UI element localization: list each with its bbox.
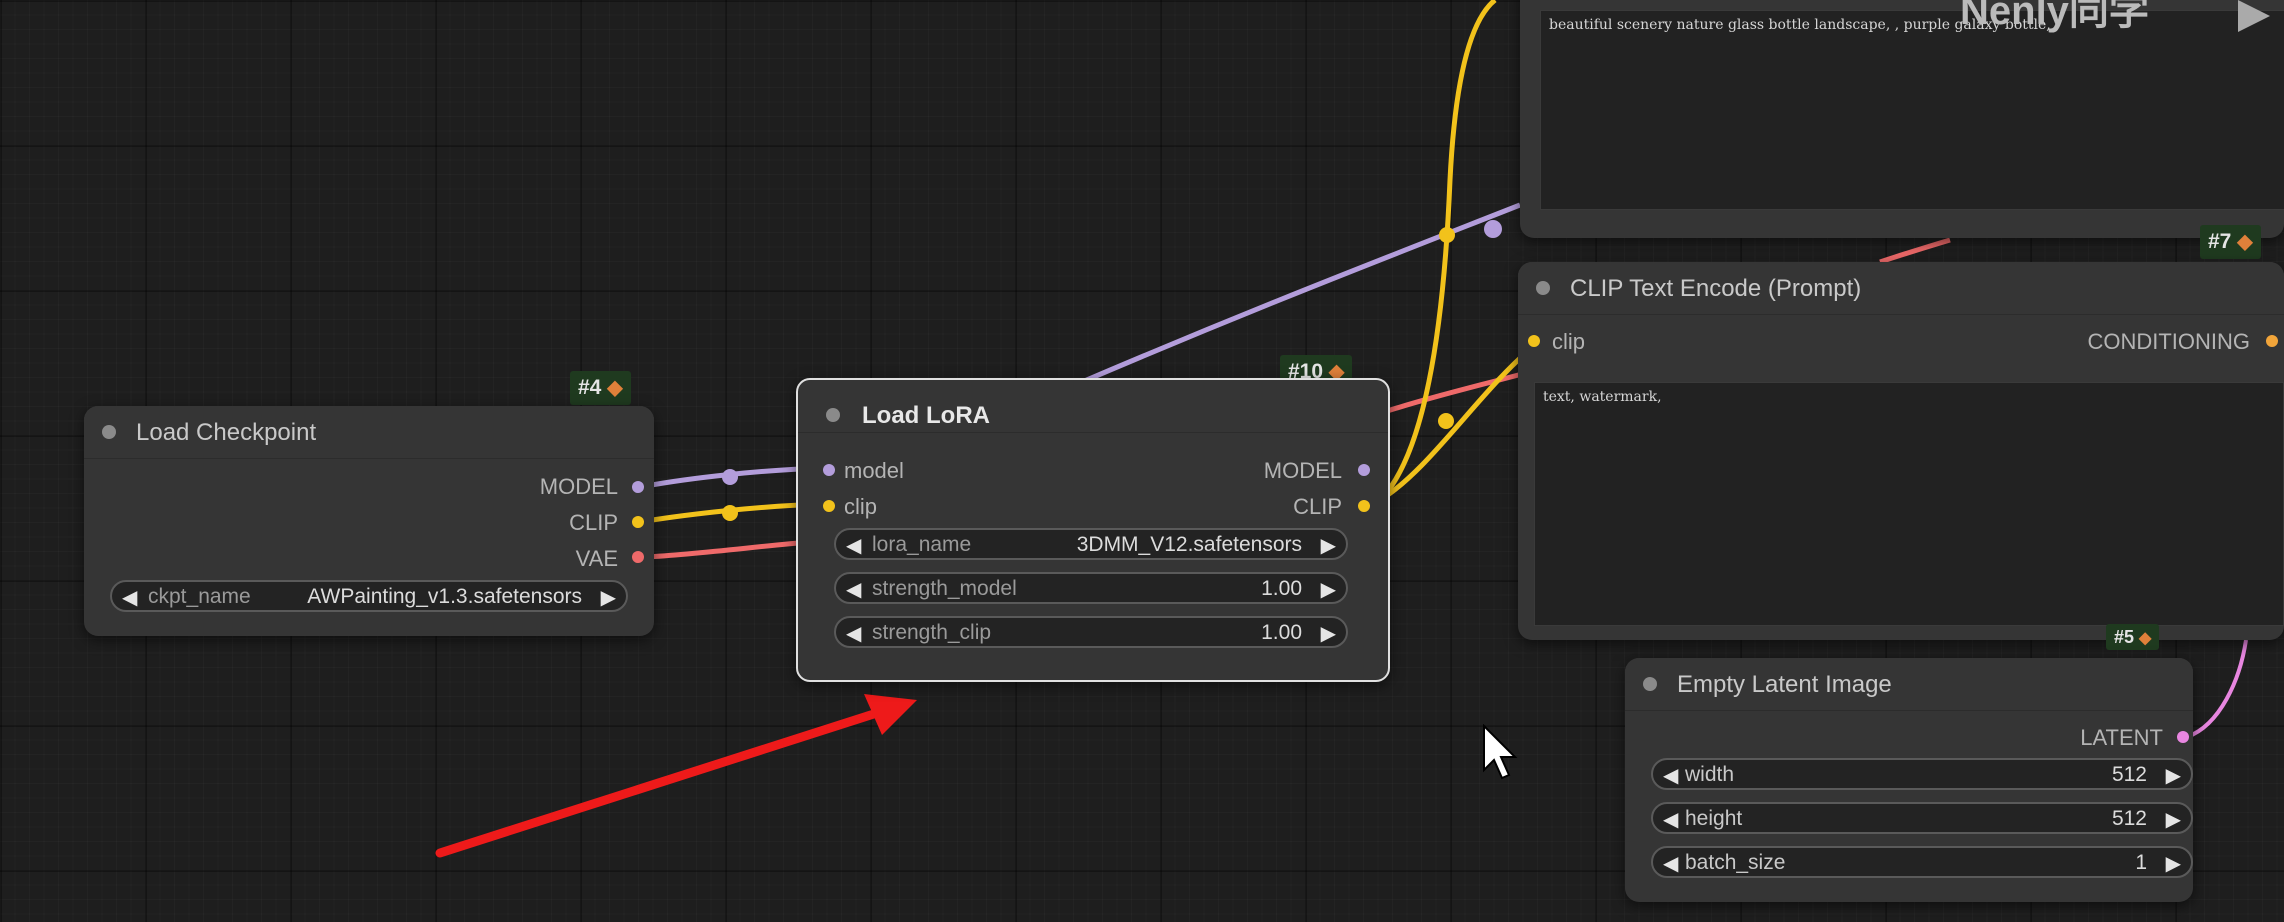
fox-icon: ◆: [607, 377, 623, 399]
output-model-label: MODEL: [1263, 458, 1342, 483]
output-conditioning-label: CONDITIONING: [2087, 329, 2250, 354]
batch-size-value: 1: [2135, 851, 2147, 874]
negative-prompt-badge-id: #7: [2208, 230, 2232, 253]
output-clip-label: CLIP: [569, 510, 618, 535]
positive-prompt-textarea[interactable]: beautiful scenery nature glass bottle la…: [1540, 10, 2284, 210]
link-red-far: [1879, 237, 1951, 265]
link-latent: [2186, 639, 2248, 739]
latent-title-bar[interactable]: Empty Latent Image: [1625, 658, 2193, 711]
output-model-label: MODEL: [539, 474, 618, 499]
clip-text-encode-negative-node[interactable]: CLIP Text Encode (Prompt) clip CONDITION…: [1518, 262, 2284, 640]
output-clip-label: CLIP: [1293, 494, 1342, 519]
play-icon: [2238, 0, 2270, 32]
increment-arrow-icon[interactable]: ▶: [2166, 851, 2181, 876]
strength-model-number[interactable]: ◀ strength_model 1.00 ▶: [834, 572, 1348, 604]
decrement-arrow-icon[interactable]: ◀: [846, 621, 861, 646]
decrement-arrow-icon[interactable]: ◀: [846, 533, 861, 558]
output-clip-dot[interactable]: [632, 516, 644, 528]
lora-name-value: 3DMM_V12.safetensors: [1076, 533, 1302, 556]
input-clip-dot[interactable]: [1528, 335, 1540, 347]
strength-model-label: strength_model: [872, 577, 1017, 600]
increment-arrow-icon[interactable]: ▶: [601, 585, 616, 610]
collapse-dot-icon[interactable]: [1643, 677, 1657, 691]
clip-text-encode-positive-node[interactable]: beautiful scenery nature glass bottle la…: [1520, 0, 2284, 238]
output-model-dot[interactable]: [632, 481, 644, 493]
checkpoint-badge: #4 ◆: [570, 371, 631, 405]
batch-size-label: batch_size: [1685, 851, 1786, 874]
latent-badge: #5 ◆: [2106, 624, 2160, 650]
checkpoint-badge-id: #4: [578, 376, 602, 399]
mouse-cursor-icon: [1483, 724, 1518, 780]
fox-icon: ◆: [2237, 231, 2253, 253]
checkpoint-title-bar[interactable]: Load Checkpoint: [84, 406, 654, 459]
watermark-text: Nenly同学: [1960, 0, 2149, 33]
link-clip-mid-top: [1439, 227, 1455, 243]
latent-title: Empty Latent Image: [1677, 671, 1892, 698]
negative-prompt-badge: #7 ◆: [2200, 225, 2261, 259]
input-clip-label: clip: [1552, 329, 1586, 354]
ckpt-name-label: ckpt_name: [148, 585, 251, 608]
link-clip-midpoint: [722, 505, 738, 521]
ckpt-name-value: AWPainting_v1.3.safetensors: [307, 585, 582, 608]
height-number[interactable]: ◀ height 512 ▶: [1651, 802, 2193, 834]
load-checkpoint-node[interactable]: Load Checkpoint MODEL CLIP VAE ◀ ckpt_na…: [84, 406, 654, 636]
lora-title-bar[interactable]: Load LoRA: [798, 380, 1388, 433]
collapse-dot-icon[interactable]: [826, 408, 840, 422]
width-number[interactable]: ◀ width 512 ▶: [1651, 758, 2193, 790]
width-label: width: [1685, 763, 1735, 786]
fox-icon: ◆: [2139, 630, 2152, 647]
input-clip-label: clip: [844, 494, 878, 519]
decrement-arrow-icon[interactable]: ◀: [1663, 763, 1678, 788]
link-clip-to-positive: [1378, 0, 1497, 502]
output-vae-label: VAE: [575, 546, 618, 571]
decrement-arrow-icon[interactable]: ◀: [846, 577, 861, 602]
increment-arrow-icon[interactable]: ▶: [2166, 763, 2181, 788]
lora-name-combo[interactable]: ◀ lora_name 3DMM_V12.safetensors ▶: [834, 528, 1348, 560]
increment-arrow-icon[interactable]: ▶: [1321, 533, 1336, 558]
height-label: height: [1685, 807, 1743, 830]
collapse-dot-icon[interactable]: [102, 425, 116, 439]
negative-prompt-textarea[interactable]: text, watermark,: [1534, 382, 2284, 626]
increment-arrow-icon[interactable]: ▶: [1321, 621, 1336, 646]
output-conditioning-dot[interactable]: [2266, 335, 2278, 347]
checkpoint-title: Load Checkpoint: [136, 419, 317, 446]
negative-prompt-title: CLIP Text Encode (Prompt): [1570, 275, 1862, 302]
input-model-dot[interactable]: [823, 464, 835, 476]
strength-clip-label: strength_clip: [872, 621, 992, 644]
output-latent-dot[interactable]: [2177, 731, 2189, 743]
empty-latent-image-node[interactable]: Empty Latent Image LATENT ◀ width 512 ▶ …: [1625, 658, 2193, 902]
collapse-dot-icon[interactable]: [1536, 281, 1550, 295]
ckpt-name-combo[interactable]: ◀ ckpt_name AWPainting_v1.3.safetensors …: [110, 580, 628, 612]
output-model-dot[interactable]: [1358, 464, 1370, 476]
output-latent-label: LATENT: [2080, 725, 2163, 750]
increment-arrow-icon[interactable]: ▶: [1321, 577, 1336, 602]
strength-model-value: 1.00: [1261, 577, 1302, 600]
link-model-midpoint: [722, 469, 738, 485]
link-vae: [645, 539, 811, 560]
output-clip-dot[interactable]: [1358, 500, 1370, 512]
link-model-out-midpoint: [1484, 220, 1502, 238]
link-clip-to-negative: [1378, 343, 1537, 503]
lora-name-label: lora_name: [872, 533, 972, 556]
strength-clip-value: 1.00: [1261, 621, 1302, 644]
latent-badge-id: #5: [2114, 627, 2135, 647]
load-lora-node[interactable]: Load LoRA model clip MODEL CLIP ◀ lora_n…: [796, 378, 1390, 682]
input-clip-dot[interactable]: [823, 500, 835, 512]
width-value: 512: [2111, 763, 2147, 786]
input-model-label: model: [844, 458, 904, 483]
batch-size-number[interactable]: ◀ batch_size 1 ▶: [1651, 846, 2193, 878]
negative-prompt-title-bar[interactable]: CLIP Text Encode (Prompt): [1518, 262, 2284, 315]
height-value: 512: [2111, 807, 2147, 830]
increment-arrow-icon[interactable]: ▶: [2166, 807, 2181, 832]
link-red-upper: [1377, 369, 1531, 417]
decrement-arrow-icon[interactable]: ◀: [1663, 851, 1678, 876]
link-clip-mid-bottom: [1438, 413, 1454, 429]
output-vae-dot[interactable]: [632, 551, 644, 563]
annotation-arrow-line: [435, 707, 885, 858]
strength-clip-number[interactable]: ◀ strength_clip 1.00 ▶: [834, 616, 1348, 648]
decrement-arrow-icon[interactable]: ◀: [1663, 807, 1678, 832]
decrement-arrow-icon[interactable]: ◀: [122, 585, 137, 610]
lora-title: Load LoRA: [862, 402, 990, 429]
